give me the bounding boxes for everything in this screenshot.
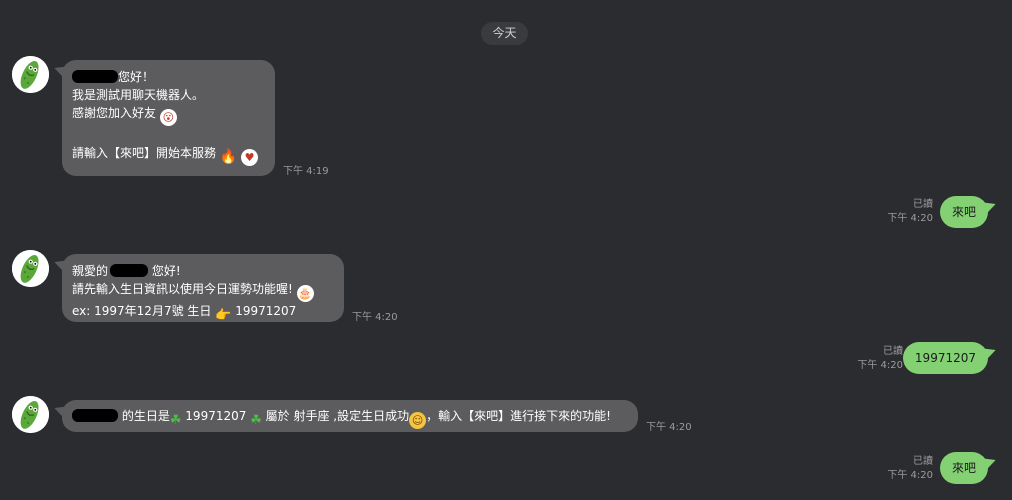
bot-avatar[interactable] [12,56,49,93]
message-line: 感謝您加入好友 😮 [72,104,265,126]
redacted-name [110,264,149,277]
redacted-name [72,409,118,422]
outgoing-message-1[interactable]: 來吧 [939,196,988,228]
incoming-message-1[interactable]: 您好！ 我是測試用聊天機器人。 感謝您加入好友 😮 請輸入【來吧】開始本服務 🔥… [62,60,275,176]
clover-emoji-icon: ☘ [169,413,182,428]
message-time: 下午 4:19 [283,166,329,177]
read-status-1: 已讀 下午 4:20 [887,199,933,224]
clover-emoji-icon: ☘ [250,413,262,428]
fire-emoji-icon: 🔥 [219,149,238,165]
pointing-hand-emoji-icon: 👉 [215,308,232,323]
bot-avatar[interactable] [12,396,49,433]
chat-room: 今天 您好！ 我是測試用聊天機器人。 感謝您加入好友 😮 請輸入【來吧】開始本服… [0,0,1012,500]
message-line: 您好！ [72,68,265,86]
cake-emoji-icon: 🎂 [296,285,314,302]
message-line: 請先輸入生日資訊以使用今日運勢功能喔! 🎂 [72,282,314,302]
pickle-avatar-icon [12,250,49,287]
surprised-emoji-icon: 😮 [159,109,177,126]
smile-emoji-icon: ☺ [409,412,427,429]
message-line: 親愛的 您好! [72,264,181,278]
message-line: 我是測試用聊天機器人。 [72,88,205,102]
outgoing-message-3[interactable]: 來吧 [939,452,988,484]
message-time: 下午 4:20 [352,312,398,323]
message-line: 請輸入【來吧】開始本服務 🔥 ♥ [72,144,265,166]
redacted-name [72,70,118,83]
pickle-avatar-icon [12,56,49,93]
heart-eyes-emoji-icon: ♥ [241,149,259,166]
message-time: 下午 4:20 [646,422,692,433]
date-separator: 今天 [481,22,528,45]
read-status-2: 已讀 下午 4:20 [857,346,903,371]
read-status-3: 已讀 下午 4:20 [887,456,933,481]
message-line: ex: 1997年12月7號 生日 👉 19971207 [72,304,297,323]
message-line: 的生日是☘ 19971207 ☘ 屬於 射手座 ,設定生日成功 ☺ ，輸入【來吧】進… [72,407,628,429]
incoming-message-2[interactable]: 親愛的 您好! 請先輸入生日資訊以使用今日運勢功能喔! 🎂 ex: 1997年1… [62,254,344,323]
outgoing-message-2[interactable]: 19971207 [902,342,988,374]
bot-avatar[interactable] [12,250,49,287]
pickle-avatar-icon [12,396,49,433]
incoming-message-3[interactable]: 的生日是☘ 19971207 ☘ 屬於 射手座 ,設定生日成功 ☺ ，輸入【來吧】進… [62,400,638,432]
message-line [72,126,265,144]
